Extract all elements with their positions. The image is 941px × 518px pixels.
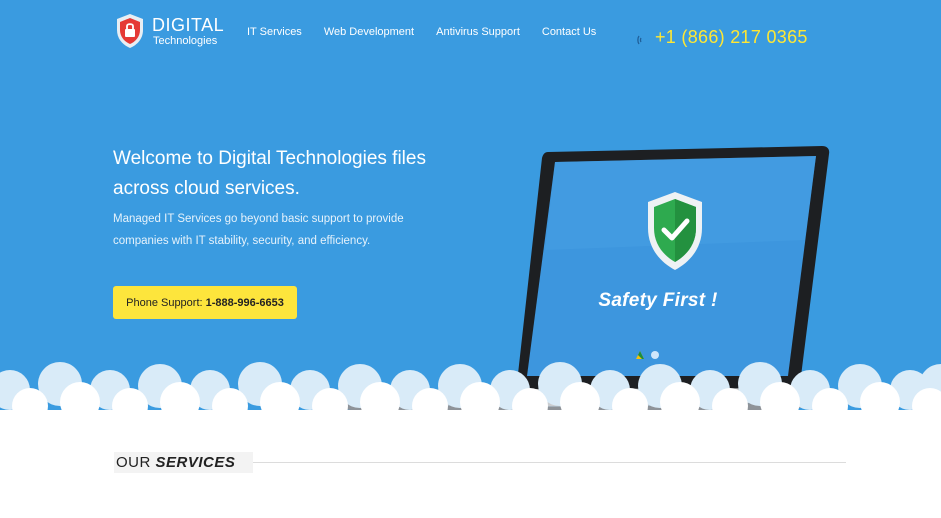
laptop-screen-title: Safety First ! bbox=[598, 290, 718, 311]
brand-name-top: DIGITAL bbox=[152, 14, 225, 35]
phone-support-button[interactable]: Phone Support: 1-888-996-6653 bbox=[113, 286, 297, 319]
phone-ringing-icon bbox=[637, 35, 642, 44]
nav-contact-us[interactable]: Contact Us bbox=[542, 26, 596, 38]
services-title-bold: SERVICES bbox=[155, 454, 236, 471]
main-nav: IT Services Web Development Antivirus Su… bbox=[247, 26, 618, 38]
cloud-border bbox=[0, 362, 941, 420]
cta-prefix: Phone Support: bbox=[126, 296, 203, 309]
services-title-plain: OUR bbox=[116, 454, 151, 471]
header-phone[interactable]: +1 (866) 217 0365 bbox=[636, 27, 808, 48]
hero-section: DIGITAL Technologies IT Services Web Dev… bbox=[0, 0, 941, 420]
services-section: OUR SERVICES bbox=[114, 452, 846, 474]
brand-name-bottom: Technologies bbox=[153, 34, 218, 47]
brand-logo[interactable]: DIGITAL Technologies bbox=[115, 13, 224, 49]
nav-antivirus-support[interactable]: Antivirus Support bbox=[436, 26, 520, 38]
lock-shield-icon bbox=[117, 14, 143, 48]
services-heading: OUR SERVICES bbox=[114, 452, 254, 473]
nav-web-development[interactable]: Web Development bbox=[324, 26, 414, 38]
cta-number: 1-888-996-6653 bbox=[205, 296, 284, 309]
green-shield-check-icon bbox=[648, 192, 702, 270]
header-phone-number[interactable]: +1 (866) 217 0365 bbox=[655, 27, 808, 48]
nav-it-services[interactable]: IT Services bbox=[247, 26, 302, 38]
